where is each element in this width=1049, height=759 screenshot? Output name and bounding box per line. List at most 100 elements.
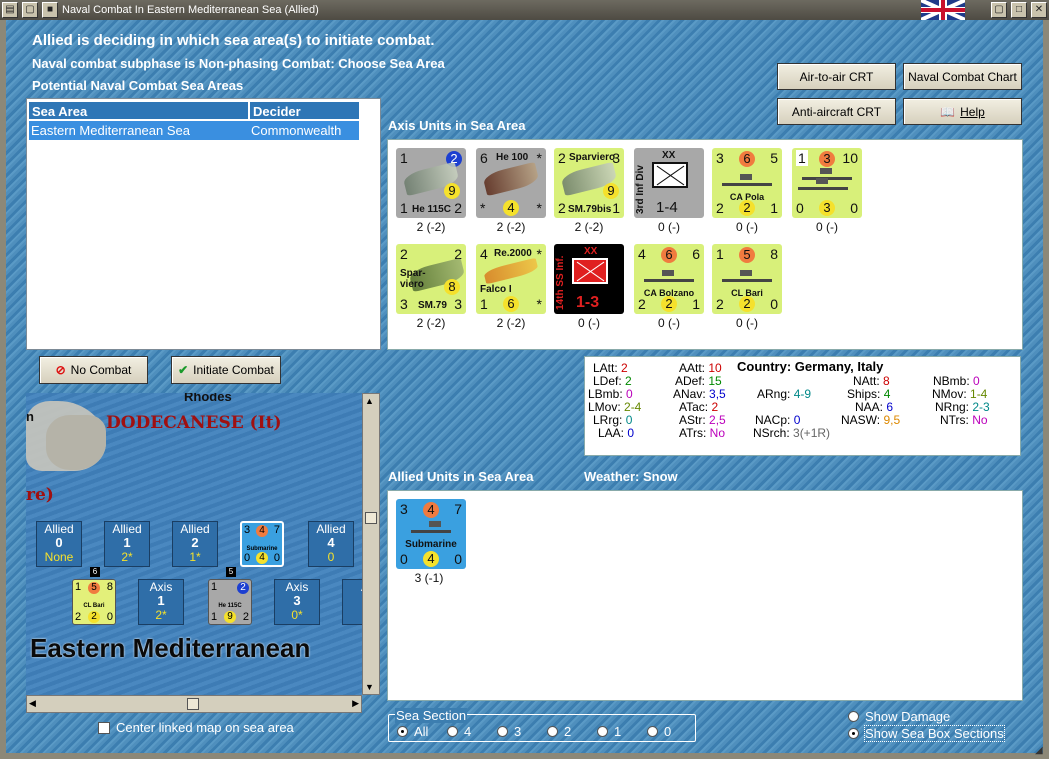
map-horizontal-scrollbar[interactable]: ◀ ▶	[26, 695, 362, 713]
sea-section-radio-4[interactable]	[447, 726, 458, 737]
sea-section-radio-0[interactable]	[647, 726, 658, 737]
stat-value: 2	[625, 374, 632, 388]
sea-box-allied-1[interactable]: Allied 1 2*	[104, 521, 150, 567]
unit-sm79[interactable]: 2 2 Spar- viero 8 3 SM.79 3	[396, 244, 466, 314]
map-counter-he115c[interactable]: 1 2 He 115C 1 9 2	[208, 579, 252, 625]
show-damage-radio[interactable]	[848, 711, 859, 722]
center-map-checkbox[interactable]	[98, 722, 110, 734]
no-icon: ⊘	[55, 363, 66, 377]
stat: 0	[454, 551, 462, 567]
initiate-combat-button[interactable]: ✔ Initiate Combat	[171, 356, 281, 384]
stack-count: 5	[226, 567, 236, 577]
map-counter-submarine[interactable]: 3 4 7 Submarine 0 4 0	[240, 521, 284, 567]
sea-box-axis-3[interactable]: Axis 3 0*	[274, 579, 320, 625]
map-counter-cl-bari[interactable]: 1 5 8 CL Bari 2 2 0	[72, 579, 116, 625]
column-header-sea-area[interactable]: Sea Area	[28, 101, 249, 120]
scrollbar-thumb[interactable]	[365, 512, 377, 524]
unit-he100[interactable]: 6 He 100 * * 4 *	[476, 148, 546, 218]
scroll-left-icon[interactable]: ◀	[29, 698, 36, 709]
maximize-icon[interactable]: □	[1011, 2, 1027, 18]
scroll-up-icon[interactable]: ▲	[365, 396, 374, 406]
unit-ca-bolzano[interactable]: 4 6 6 CA Bolzano 2 2 1	[634, 244, 704, 314]
sea-section-radio-all[interactable]	[397, 726, 408, 737]
unit-ca-pola[interactable]: 3 6 5 CA Pola 2 2 1	[712, 148, 782, 218]
box-side: Allied	[112, 522, 142, 536]
no-combat-button[interactable]: ⊘ No Combat	[39, 356, 148, 384]
anti-aircraft-crt-button[interactable]: Anti-aircraft CRT	[777, 98, 896, 125]
stat: 9	[603, 183, 619, 199]
unit-name: Sparviero	[569, 152, 616, 163]
stat: 5	[770, 150, 778, 166]
unit-14th-ss-inf[interactable]: 14th SS Inf. XX 1-3	[554, 244, 624, 314]
naval-combat-chart-button[interactable]: Naval Combat Chart	[903, 63, 1022, 90]
box-value: 2*	[155, 608, 167, 622]
column-header-decider[interactable]: Decider	[249, 101, 360, 120]
sea-area-map[interactable]: Rhodes DODECANESE (It) n re) Allied 0 None…	[26, 393, 362, 695]
unit-submarine[interactable]: 3 4 7 Submarine 0 4 0	[396, 499, 466, 569]
stat: *	[536, 296, 542, 312]
stat-value: 1-4	[970, 387, 988, 401]
sea-box-axis-partial[interactable]: A	[342, 579, 362, 625]
button-label: Initiate Combat	[193, 363, 274, 377]
map-label-fragment: n	[26, 409, 34, 424]
unit-size: XX	[584, 246, 598, 257]
sea-box-allied-2[interactable]: Allied 2 1*	[172, 521, 218, 567]
stat: 8	[444, 279, 460, 295]
scroll-right-icon[interactable]: ▶	[352, 698, 359, 709]
status-message: Allied is deciding in which sea area(s) …	[32, 32, 435, 49]
pin-icon[interactable]: ■	[42, 2, 58, 18]
sea-section-radio-1[interactable]	[597, 726, 608, 737]
ship-icon	[722, 270, 772, 282]
restore-icon-right[interactable]: ▢	[991, 2, 1007, 18]
infantry-icon	[652, 162, 688, 188]
stat: 2	[739, 296, 755, 312]
box-number: 0	[55, 535, 63, 550]
restore-icon[interactable]: ▢	[22, 2, 38, 18]
stat: 8	[770, 246, 778, 262]
stat: 2	[400, 246, 408, 262]
unit-sm79bis[interactable]: 2 Sparviero 3 9 2 SM.79bis 1	[554, 148, 624, 218]
sea-box-allied-4[interactable]: Allied 4 0	[308, 521, 354, 567]
close-icon[interactable]: ✕	[1031, 2, 1047, 18]
unit-strength: 2 (-2)	[416, 220, 446, 234]
unit-strength: 2 (-2)	[496, 316, 526, 330]
unit-convoy[interactable]: 1 3 10 0 3 0	[792, 148, 862, 218]
scrollbar-thumb[interactable]	[187, 698, 199, 710]
scroll-down-icon[interactable]: ▼	[365, 682, 374, 692]
sea-box-axis-1[interactable]: Axis 1 2*	[138, 579, 184, 625]
stat: 7	[454, 501, 462, 517]
resize-grip-icon[interactable]: ◢	[1035, 745, 1043, 756]
stat-arng: ARng: 4-9	[757, 387, 812, 401]
sea-area-table: Sea Area Decider Eastern Mediterranean S…	[26, 98, 381, 350]
sea-box-allied-0[interactable]: Allied 0 None	[36, 521, 82, 567]
sea-section-legend: Sea Section	[395, 708, 468, 723]
stat-value: 15	[708, 374, 722, 388]
unit-cl-bari[interactable]: 1 5 8 CL Bari 2 2 0	[712, 244, 782, 314]
unit-he115c[interactable]: 1 2 9 1 He 115C 2	[396, 148, 466, 218]
stat-nbmb: NBmb: 0	[933, 374, 980, 388]
unit-strength: 0 (-)	[816, 220, 838, 234]
menu-icon[interactable]: ▤	[2, 2, 18, 18]
table-caption: Potential Naval Combat Sea Areas	[32, 78, 244, 93]
map-vertical-scrollbar[interactable]: ▲ ▼	[362, 393, 380, 695]
unit-strength: 2 (-2)	[496, 220, 526, 234]
book-icon: 📖	[940, 104, 956, 119]
stat-ships: Ships: 4	[847, 387, 891, 401]
unit-name: 14th SS Inf.	[555, 255, 566, 310]
stat-atrs: ATrs: No	[679, 426, 726, 440]
sea-section-radio-3[interactable]	[497, 726, 508, 737]
show-sea-box-sections-radio[interactable]	[848, 728, 859, 739]
allied-units-panel: 3 4 7 Submarine 0 4 0 3 (-1)	[387, 490, 1023, 701]
table-row[interactable]: Eastern Mediterranean Sea Commonwealth	[29, 121, 359, 140]
unit-re2000[interactable]: 4 Re.2000 * Falco I 1 6 *	[476, 244, 546, 314]
ship-icon	[644, 270, 694, 282]
stat: 5	[739, 247, 755, 263]
sea-section-radio-2[interactable]	[547, 726, 558, 737]
box-value: None	[44, 550, 74, 564]
unit-3rd-inf-div[interactable]: 3rd Inf Div XX 1-4	[634, 148, 704, 218]
help-button[interactable]: 📖 Help	[903, 98, 1022, 125]
box-side: Allied	[316, 522, 346, 536]
stat-value: 0	[627, 426, 635, 440]
union-jack-icon	[921, 0, 965, 20]
air-to-air-crt-button[interactable]: Air-to-air CRT	[777, 63, 896, 90]
